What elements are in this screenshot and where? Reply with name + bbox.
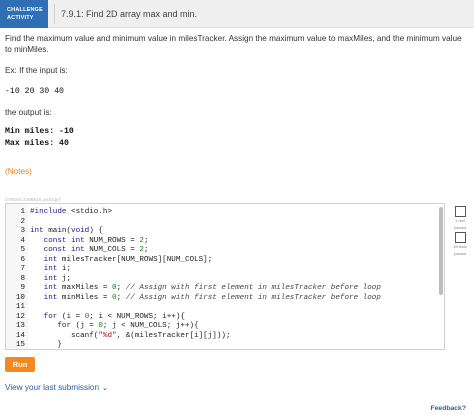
code-text: int i;: [43, 265, 72, 273]
code-text: for (j = 0; j < NUM_COLS; j++){: [57, 322, 199, 330]
code-text: #include <stdio.h>: [30, 208, 113, 216]
test-status-2: All tests passed: [452, 232, 468, 256]
activity-title: 7.9.1: Find 2D array max and min.: [54, 3, 197, 24]
line-number: 13: [15, 322, 25, 330]
line-number: 12: [15, 312, 25, 321]
line-number: 14: [15, 331, 25, 340]
example-output-line-2: Max miles: 40: [5, 139, 69, 148]
line-number: 4: [20, 236, 25, 245]
code-text: int main(void) {: [30, 227, 103, 235]
editor-scrollbar[interactable]: [439, 207, 443, 295]
example-input-label: Ex: If the input is:: [5, 66, 68, 75]
run-button[interactable]: Run: [5, 357, 35, 372]
view-last-submission-label: View your last submission: [5, 383, 100, 392]
test-status-label-1b: passed: [453, 225, 467, 230]
view-last-submission-link[interactable]: View your last submission ⌄: [5, 383, 108, 392]
challenge-activity-badge: CHALLENGE ACTIVITY: [0, 0, 48, 28]
code-text: int j;: [43, 274, 72, 283]
notes-link[interactable]: (Notes): [5, 167, 32, 176]
badge-line-2: ACTIVITY: [7, 14, 34, 21]
line-number: 6: [20, 255, 25, 264]
test-status-label-2b: passed: [453, 251, 467, 256]
activity-id: 378046.3398818.qx3zqy7: [5, 197, 62, 202]
problem-description: Find the maximum value and minimum value…: [5, 34, 462, 54]
line-number: 9: [20, 284, 25, 292]
example-input-value: -10 20 30 40: [5, 87, 64, 96]
test-status-1: 1 test passed: [452, 206, 468, 230]
badge-line-1: CHALLENGE: [7, 6, 44, 13]
example-output-label: the output is:: [5, 108, 52, 117]
feedback-link[interactable]: Feedback?: [430, 405, 466, 412]
line-number: 10: [15, 293, 25, 302]
code-text: const int NUM_COLS = 2;: [43, 246, 149, 254]
line-number: 11: [15, 303, 25, 311]
line-number: 5: [20, 246, 25, 254]
chevron-down-icon: ⌄: [102, 385, 108, 392]
code-text: int minMiles = 0; // Assign with first e…: [43, 293, 381, 302]
line-number: 8: [20, 274, 25, 283]
line-number: 2: [20, 217, 25, 226]
code-text: for (i = 0; i < NUM_ROWS; i++){: [43, 312, 185, 321]
code-text: int maxMiles = 0; // Assign with first e…: [43, 284, 381, 292]
checkbox-icon: [454, 232, 466, 243]
example-output-line-1: Min miles: -10: [5, 127, 74, 136]
test-status-label-2a: All tests: [453, 245, 467, 249]
line-number: 7: [20, 265, 25, 273]
code-text: scanf("%d", &(milesTracker[i][j]));: [30, 331, 231, 340]
code-editor[interactable]: 1 #include <stdio.h> 2 3 int main(void) { …: [5, 203, 445, 350]
activity-header: CHALLENGE ACTIVITY 7.9.1: Find 2D array …: [0, 0, 474, 28]
line-number: 15: [15, 341, 25, 349]
code-text: const int NUM_ROWS = 2;: [43, 236, 149, 245]
test-status-label-1a: 1 test: [455, 219, 465, 223]
checkbox-icon: [454, 206, 466, 217]
line-number: 1: [20, 208, 25, 216]
code-text: }: [30, 341, 62, 349]
line-number: 3: [20, 227, 25, 235]
code-text: int milesTracker[NUM_ROWS][NUM_COLS];: [43, 255, 213, 264]
